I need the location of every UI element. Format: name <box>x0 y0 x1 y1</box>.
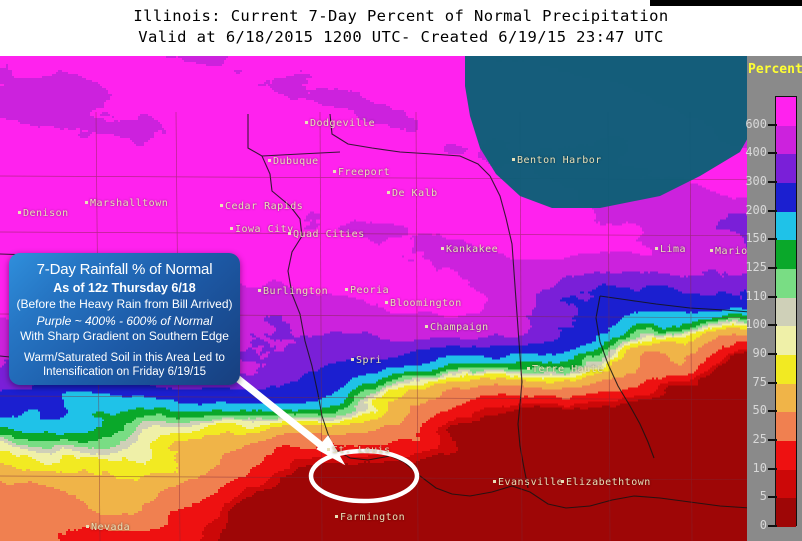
callout-line-5: With Sharp Gradient on Southern Edge <box>20 328 229 343</box>
colorbar-band <box>776 440 796 470</box>
colorbar-band <box>776 469 796 499</box>
colorbar-band <box>776 97 796 126</box>
colorbar-tick-label: 50 <box>752 403 767 418</box>
colorbar-tick-label: 10 <box>752 460 767 475</box>
header-black-bar <box>650 0 802 6</box>
colorbar-tick-label: 0 <box>759 518 767 532</box>
colorbar-band <box>776 412 796 441</box>
colorbar-tick <box>768 525 777 527</box>
colorbar-tick <box>768 381 777 384</box>
colorbar-band <box>776 211 796 241</box>
colorbar-band <box>776 154 796 183</box>
colorbar-tick <box>768 181 777 183</box>
colorbar-tick-label: 25 <box>752 432 767 446</box>
colorbar-tick <box>768 123 777 126</box>
colorbar-title: Percent <box>748 62 802 77</box>
colorbar-tick-label: 5 <box>759 489 767 504</box>
colorbar-tick-label: 110 <box>745 288 767 303</box>
colorbar-band <box>776 498 796 527</box>
colorbar-tick <box>768 439 777 441</box>
callout-line-7: Intensification on Friday 6/19/15 <box>42 366 207 379</box>
colorbar-tick <box>768 410 777 413</box>
colorbar-band <box>776 240 796 269</box>
colorbar-tick <box>768 267 777 269</box>
colorbar-tick <box>768 353 777 355</box>
colorbar-tick <box>768 238 777 241</box>
annotation-arrow <box>229 371 346 466</box>
colorbar-tick-label: 300 <box>745 174 767 188</box>
colorbar-tick <box>768 209 777 212</box>
colorbar-tick <box>768 496 777 499</box>
highlight-ellipse <box>308 448 420 504</box>
colorbar-tick-label: 200 <box>745 202 767 217</box>
page-subtitle: Valid at 6/18/2015 1200 UTC- Created 6/1… <box>138 28 664 46</box>
callout-line-6: Warm/Saturated Soil in this Area Led to <box>24 351 225 364</box>
colorbar-tick-label: 75 <box>752 374 767 389</box>
colorbar-tick-label: 100 <box>745 317 767 332</box>
colorbar-tick-label: 600 <box>745 116 767 131</box>
colorbar-tick <box>768 152 777 155</box>
colorbar-strip <box>775 96 797 527</box>
colorbar-band <box>776 326 796 355</box>
colorbar-band <box>776 125 796 155</box>
colorbar-band <box>776 268 796 298</box>
callout-line-2: As of 12z Thursday 6/18 <box>53 280 196 295</box>
colorbar-tick <box>768 324 777 327</box>
callout-line-4: Purple ~ 400% - 600% of Normal <box>36 313 213 328</box>
colorbar-band <box>776 182 796 212</box>
colorbar-tick-label: 125 <box>745 260 767 274</box>
annotation-callout-box[interactable]: 7-Day Rainfall % of Normal As of 12z Thu… <box>9 253 240 385</box>
colorbar-tick-label: 400 <box>745 145 767 160</box>
callout-line-3: (Before the Heavy Rain from Bill Arrived… <box>16 297 233 312</box>
colorbar-tick-label: 90 <box>752 346 767 360</box>
colorbar-tick-label: 150 <box>745 231 767 246</box>
screenshot-root: Illinois: Current 7-Day Percent of Norma… <box>0 0 802 541</box>
colorbar-tick <box>768 467 777 470</box>
colorbar-band <box>776 297 796 327</box>
lake-michigan-water <box>465 56 760 208</box>
colorbar-band <box>776 383 796 413</box>
header-banner: Illinois: Current 7-Day Percent of Norma… <box>0 0 802 56</box>
page-title: Illinois: Current 7-Day Percent of Norma… <box>133 7 669 25</box>
colorbar-band <box>776 354 796 384</box>
colorbar-tick <box>768 295 777 298</box>
callout-line-1: 7-Day Rainfall % of Normal <box>36 261 213 278</box>
